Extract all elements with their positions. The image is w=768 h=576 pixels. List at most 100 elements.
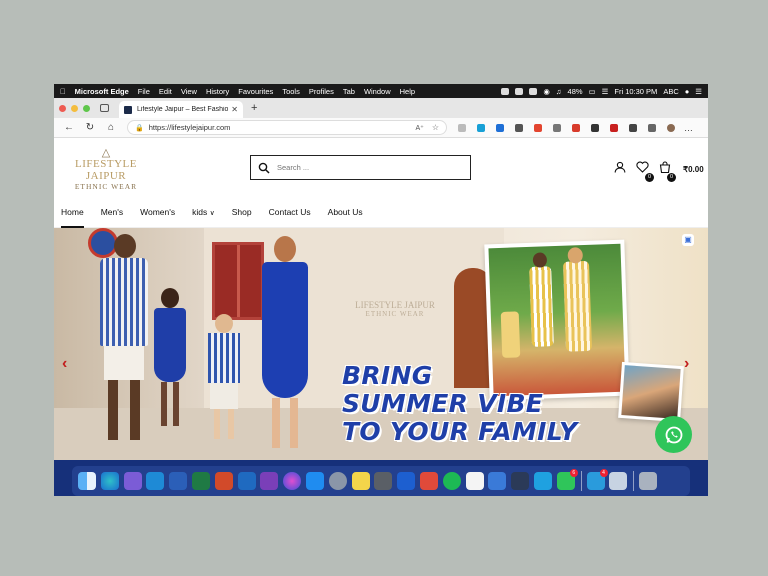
anydesk-icon[interactable] xyxy=(419,472,438,490)
slider-prev-icon[interactable]: ‹ xyxy=(62,355,67,373)
vscode-icon[interactable] xyxy=(146,472,165,490)
menu-edit[interactable]: Edit xyxy=(159,87,172,96)
wifi-icon[interactable]: ◉ xyxy=(543,87,550,96)
nav-womens[interactable]: Women's xyxy=(140,203,175,221)
folder-icon[interactable] xyxy=(609,472,628,490)
extension-icon[interactable] xyxy=(591,123,599,132)
account-icon[interactable] xyxy=(614,160,626,178)
stickies-icon[interactable] xyxy=(351,472,370,490)
menu-tools[interactable]: Tools xyxy=(282,87,300,96)
extension-icon[interactable] xyxy=(629,123,637,132)
slider-next-icon[interactable]: › xyxy=(684,355,689,373)
extension-icon[interactable] xyxy=(610,123,618,132)
launchpad-icon[interactable] xyxy=(328,472,347,490)
collections-icon[interactable] xyxy=(648,123,656,132)
powerpoint-icon[interactable] xyxy=(214,472,233,490)
siri-icon[interactable]: ● xyxy=(685,87,690,96)
more-options-icon[interactable]: … xyxy=(684,123,693,133)
headline-line-2: SUMMER VIBE xyxy=(342,389,544,418)
outlook-icon[interactable] xyxy=(237,472,256,490)
new-tab-icon[interactable]: + xyxy=(251,102,257,114)
status-icon[interactable] xyxy=(529,87,538,95)
menu-help[interactable]: Help xyxy=(400,87,415,96)
finder-icon[interactable] xyxy=(78,472,96,490)
close-tab-icon[interactable]: ✕ xyxy=(231,105,238,114)
tab-actions-icon[interactable] xyxy=(100,104,109,112)
app-store-icon[interactable] xyxy=(305,472,324,490)
volume-icon[interactable]: ♫ xyxy=(556,87,562,96)
site-logo[interactable]: △ LIFESTYLE JAIPUR ETHNIC WEAR xyxy=(62,148,150,192)
control-center-icon[interactable]: ☰ xyxy=(602,87,609,96)
skype-icon[interactable] xyxy=(533,472,552,490)
menu-view[interactable]: View xyxy=(181,87,197,96)
status-icon[interactable] xyxy=(501,87,510,95)
menu-favourites[interactable]: Favourites xyxy=(238,87,273,96)
extension-icon[interactable] xyxy=(477,123,485,132)
cart-total[interactable]: ₹0.00 xyxy=(683,165,704,174)
lock-icon[interactable]: 🔒 xyxy=(135,124,144,132)
apple-menu-icon[interactable]:  xyxy=(60,87,66,96)
siri-dock-icon[interactable] xyxy=(283,472,302,490)
extension-icon[interactable] xyxy=(553,123,561,132)
search-input[interactable] xyxy=(277,163,457,172)
onenote-icon[interactable] xyxy=(260,472,279,490)
nav-home[interactable]: Home xyxy=(61,203,84,228)
extension-icon[interactable] xyxy=(534,123,542,132)
app-icon[interactable] xyxy=(488,472,507,490)
whatsapp-chat-button[interactable] xyxy=(655,416,692,453)
favourite-star-icon[interactable]: ☆ xyxy=(432,123,439,132)
trash-icon[interactable] xyxy=(639,472,658,490)
battery-icon[interactable]: ▭ xyxy=(589,87,596,96)
menu-tab[interactable]: Tab xyxy=(343,87,355,96)
address-bar[interactable]: 🔒 https://lifestylejaipur.com A⁺ ☆ xyxy=(127,120,447,135)
menu-app-name[interactable]: Microsoft Edge xyxy=(75,87,129,96)
spotify-icon[interactable] xyxy=(442,472,461,490)
nav-shop[interactable]: Shop xyxy=(232,203,252,221)
whatsapp-dock-icon[interactable]: 6 xyxy=(556,469,578,490)
status-icon[interactable] xyxy=(515,87,524,95)
extension-icon[interactable] xyxy=(572,123,580,132)
hero-banner[interactable]: LIFESTYLE JAIPUR ETHNIC WEAR BRING SUMME… xyxy=(54,228,708,460)
extension-icon[interactable] xyxy=(496,123,504,132)
menu-profiles[interactable]: Profiles xyxy=(309,87,334,96)
site-search-box[interactable] xyxy=(250,155,471,180)
nav-kids[interactable]: kids ∨ xyxy=(192,203,215,221)
menubar-clock[interactable]: Fri 10:30 PM xyxy=(614,87,657,96)
input-source[interactable]: ABC xyxy=(663,87,678,96)
maximize-window-button[interactable] xyxy=(83,104,90,112)
home-icon[interactable]: ⌂ xyxy=(105,122,117,133)
headline-line-3: TO YOUR FAMILY xyxy=(342,417,578,446)
browser-toolbar: ← ↻ ⌂ 🔒 https://lifestylejaipur.com A⁺ ☆… xyxy=(54,118,708,138)
nav-contact-us[interactable]: Contact Us xyxy=(269,203,311,221)
close-window-button[interactable] xyxy=(59,104,66,112)
tab-title: Lifestyle Jaipur – Best Fashion xyxy=(137,106,229,113)
nav-mens[interactable]: Men's xyxy=(101,203,123,221)
menu-file[interactable]: File xyxy=(138,87,150,96)
profile-avatar[interactable] xyxy=(667,123,675,132)
visual-studio-icon[interactable] xyxy=(123,472,142,490)
search-icon[interactable] xyxy=(258,162,270,174)
wishlist-icon[interactable]: 0 xyxy=(636,160,654,182)
app-icon[interactable] xyxy=(511,472,530,490)
nav-about-us[interactable]: About Us xyxy=(328,203,363,221)
excel-icon[interactable] xyxy=(191,472,210,490)
notification-icon[interactable]: ☰ xyxy=(695,87,702,96)
menu-history[interactable]: History xyxy=(206,87,229,96)
telegram-icon[interactable]: 4 xyxy=(586,469,608,490)
word-icon[interactable] xyxy=(169,472,188,490)
extension-icon[interactable] xyxy=(515,123,523,132)
menu-window[interactable]: Window xyxy=(364,87,391,96)
cart-icon[interactable]: 0 xyxy=(659,160,676,182)
visual-search-icon[interactable]: ▣ xyxy=(682,234,694,246)
back-icon[interactable]: ← xyxy=(63,122,75,133)
browser-tab-active[interactable]: Lifestyle Jaipur – Best Fashion ✕ xyxy=(119,101,243,118)
refresh-icon[interactable]: ↻ xyxy=(84,122,96,133)
extension-icon[interactable] xyxy=(458,123,466,132)
edge-icon[interactable] xyxy=(100,472,119,490)
minimize-window-button[interactable] xyxy=(71,104,78,112)
read-aloud-icon[interactable]: A⁺ xyxy=(415,124,423,132)
system-preferences-icon[interactable] xyxy=(374,472,393,490)
preview-icon[interactable] xyxy=(465,472,484,490)
app-icon[interactable] xyxy=(397,472,416,490)
dock-separator xyxy=(633,471,635,491)
